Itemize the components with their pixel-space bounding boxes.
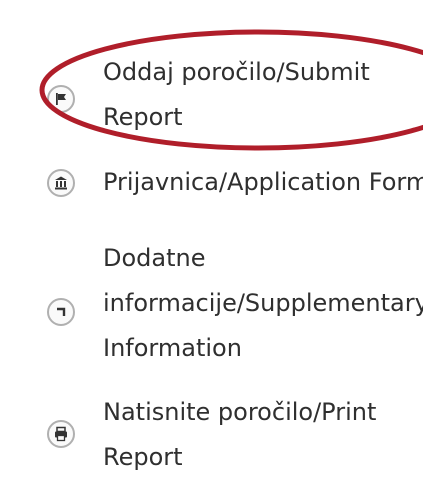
corner-arrow-icon: [47, 298, 75, 326]
menu-item-label: Dodatne informacije/Supplementary Inform…: [103, 244, 423, 362]
menu-item-application-form[interactable]: Prijavnica/Application Form: [0, 160, 423, 205]
menu-item-supplementary-information[interactable]: Dodatne informacije/Supplementary Inform…: [0, 236, 423, 371]
menu-item-label: Prijavnica/Application Form: [103, 168, 423, 196]
menu-item-submit-report[interactable]: Oddaj poročilo/Submit Report: [0, 44, 423, 139]
printer-icon: [47, 420, 75, 448]
sidebar-menu: Oddaj poročilo/Submit Report Prijavnica/…: [0, 0, 423, 471]
building-icon: [47, 169, 75, 197]
flag-icon: [47, 85, 75, 113]
menu-item-label: Oddaj poročilo/Submit Report: [103, 58, 370, 131]
menu-item-print-report[interactable]: Natisnite poročilo/Print Report: [0, 390, 423, 471]
menu-item-label: Natisnite poročilo/Print Report: [103, 398, 377, 471]
